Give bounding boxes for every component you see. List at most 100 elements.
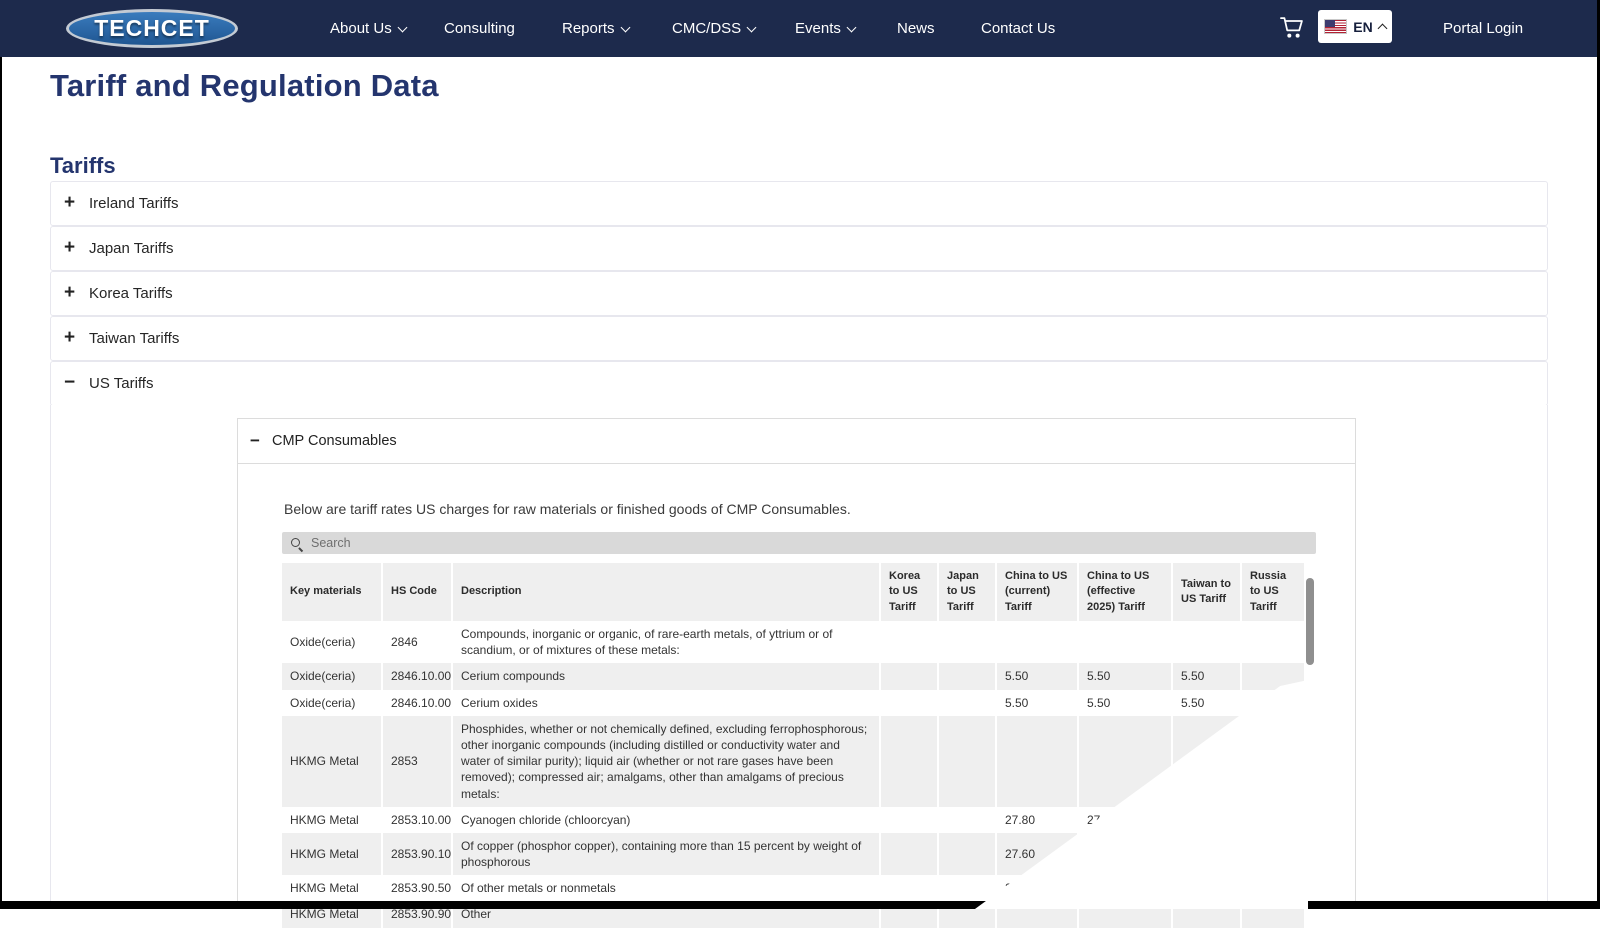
portal-login-label: Portal Login — [1443, 20, 1523, 37]
cell-japan-to-us-tariff — [939, 663, 997, 689]
cell-japan-to-us-tariff — [939, 690, 997, 716]
column-header-russia-to-us-tariff: Russia to US Tariff — [1242, 563, 1304, 621]
cart-button[interactable] — [1278, 14, 1306, 42]
cell-description: Cyanogen chloride (chloorcyan) — [453, 807, 881, 833]
cell-china-to-us-current-tariff: 27.80 — [997, 807, 1079, 833]
accordion-item-taiwan-tariffs[interactable]: +Taiwan Tariffs — [50, 316, 1548, 361]
cell-hs-code: 2846.10.00 — [383, 663, 453, 689]
cell-china-to-us-effective-2025-tariff: 5.50 — [1079, 663, 1173, 689]
nav-item-label: Consulting — [444, 20, 515, 37]
expand-icon: + — [64, 238, 82, 257]
table-scrollbar-thumb[interactable] — [1306, 578, 1314, 665]
expand-icon: + — [64, 328, 82, 347]
cell-korea-to-us-tariff — [881, 833, 939, 875]
accordion-item-us-tariffs[interactable]: −US Tariffs — [50, 361, 1548, 406]
chevron-up-icon — [1377, 24, 1387, 34]
nav-item-label: Events — [795, 20, 841, 37]
accordion-item-label: US Tariffs — [89, 375, 153, 392]
shopping-cart-icon — [1278, 14, 1306, 42]
cell-description: Cerium oxides — [453, 690, 881, 716]
collapse-icon: − — [64, 373, 82, 392]
accordion-item-cmp-consumables[interactable]: − CMP Consumables — [238, 419, 1355, 464]
column-header-taiwan-to-us-tariff: Taiwan to US Tariff — [1173, 563, 1242, 621]
nav-item-cmc-dss[interactable]: CMC/DSS — [672, 0, 755, 57]
accordion-item-japan-tariffs[interactable]: +Japan Tariffs — [50, 226, 1548, 271]
cell-hs-code: 2853 — [383, 716, 453, 807]
column-header-china-to-us-current-tariff: China to US (current) Tariff — [997, 563, 1079, 621]
chevron-down-icon — [846, 22, 856, 32]
cell-description: Phosphides, whether or not chemically de… — [453, 716, 881, 807]
cell-description: Of other metals or nonmetals — [453, 875, 881, 901]
table-header-row: Key materialsHS CodeDescriptionKorea to … — [282, 563, 1304, 621]
cell-china-to-us-effective-2025-tariff — [1079, 621, 1173, 663]
page-title: Tariff and Regulation Data — [50, 68, 439, 104]
cell-korea-to-us-tariff — [881, 807, 939, 833]
cell-taiwan-to-us-tariff: 5.50 — [1173, 690, 1242, 716]
cell-description: Of copper (phosphor copper), containing … — [453, 833, 881, 875]
cell-description: Cerium compounds — [453, 663, 881, 689]
table-row: Oxide(ceria)2846.10.00Cerium oxides5.505… — [282, 690, 1304, 716]
cell-japan-to-us-tariff — [939, 833, 997, 875]
bottom-black-bar — [0, 901, 1600, 909]
cell-korea-to-us-tariff — [881, 663, 939, 689]
cell-hs-code: 2853.10.00 — [383, 807, 453, 833]
language-selector[interactable]: EN — [1318, 10, 1392, 43]
cell-hs-code: 2846.10.00 — [383, 690, 453, 716]
table-row: Oxide(ceria)2846Compounds, inorganic or … — [282, 621, 1304, 663]
tariffs-section-title: Tariffs — [50, 153, 116, 179]
expand-icon: + — [64, 193, 82, 212]
nav-item-about-us[interactable]: About Us — [330, 0, 406, 57]
chevron-down-icon — [397, 22, 407, 32]
cell-korea-to-us-tariff — [881, 716, 939, 807]
nav-item-events[interactable]: Events — [795, 0, 855, 57]
cell-russia-to-us-tariff — [1242, 621, 1304, 663]
portal-login-link[interactable]: Portal Login — [1443, 0, 1523, 57]
nav-item-reports[interactable]: Reports — [562, 0, 629, 57]
table-row: Oxide(ceria)2846.10.00Cerium compounds 5.… — [282, 663, 1304, 689]
nav-item-news[interactable]: News — [897, 0, 935, 57]
cell-china-to-us-current-tariff — [997, 621, 1079, 663]
logo-text: TECHCET — [94, 15, 210, 42]
techcet-logo[interactable]: TECHCET — [66, 9, 238, 48]
cell-description: Compounds, inorganic or organic, of rare… — [453, 621, 881, 663]
cell-taiwan-to-us-tariff — [1173, 621, 1242, 663]
cmp-description: Below are tariff rates US charges for ra… — [284, 501, 851, 517]
accordion-item-korea-tariffs[interactable]: + Korea Tariffs — [50, 271, 1548, 316]
search-input[interactable] — [309, 535, 1308, 551]
collapse-icon: − — [250, 432, 264, 449]
cell-hs-code: 2846 — [383, 621, 453, 663]
left-black-edge — [0, 57, 2, 909]
cell-japan-to-us-tariff — [939, 621, 997, 663]
nav-item-label: Contact Us — [981, 20, 1055, 37]
accordion-item-label: Korea Tariffs — [89, 285, 173, 302]
nav-item-label: CMC/DSS — [672, 20, 741, 37]
cell-korea-to-us-tariff — [881, 621, 939, 663]
accordion-item-ireland-tariffs[interactable]: + Ireland Tariffs — [50, 181, 1548, 226]
search-icon — [290, 537, 303, 550]
column-header-korea-to-us-tariff: Korea to US Tariff — [881, 563, 939, 621]
expand-icon: + — [64, 283, 82, 302]
cell-hs-code: 2853.90.50 — [383, 875, 453, 901]
accordion-item-label: Ireland Tariffs — [89, 195, 179, 212]
nav-item-contact-us[interactable]: Contact Us — [981, 0, 1055, 57]
cell-japan-to-us-tariff — [939, 716, 997, 807]
column-header-japan-to-us-tariff: Japan to US Tariff — [939, 563, 997, 621]
chevron-down-icon — [747, 22, 757, 32]
cell-china-to-us-current-tariff: 5.50 — [997, 663, 1079, 689]
cell-china-to-us-effective-2025-tariff: 5.50 — [1079, 690, 1173, 716]
cell-key-materials: HKMG Metal — [282, 716, 383, 807]
column-header-key-materials: Key materials — [282, 563, 383, 621]
cell-key-materials: Oxide(ceria) — [282, 621, 383, 663]
nav-item-label: News — [897, 20, 935, 37]
nav-item-label: About Us — [330, 20, 392, 37]
cell-china-to-us-current-tariff — [997, 716, 1079, 807]
nav-item-consulting[interactable]: Consulting — [444, 0, 515, 57]
us-flag-icon — [1324, 19, 1347, 34]
cell-japan-to-us-tariff — [939, 875, 997, 901]
top-navigation-bar: TECHCET About Us Consulting Reports CMC/DSS… — [0, 0, 1600, 57]
cell-key-materials: HKMG Metal — [282, 807, 383, 833]
cell-key-materials: Oxide(ceria) — [282, 663, 383, 689]
cell-japan-to-us-tariff — [939, 807, 997, 833]
column-header-china-to-us-effective-2025-tariff: China to US (effective 2025) Tariff — [1079, 563, 1173, 621]
cell-korea-to-us-tariff — [881, 690, 939, 716]
